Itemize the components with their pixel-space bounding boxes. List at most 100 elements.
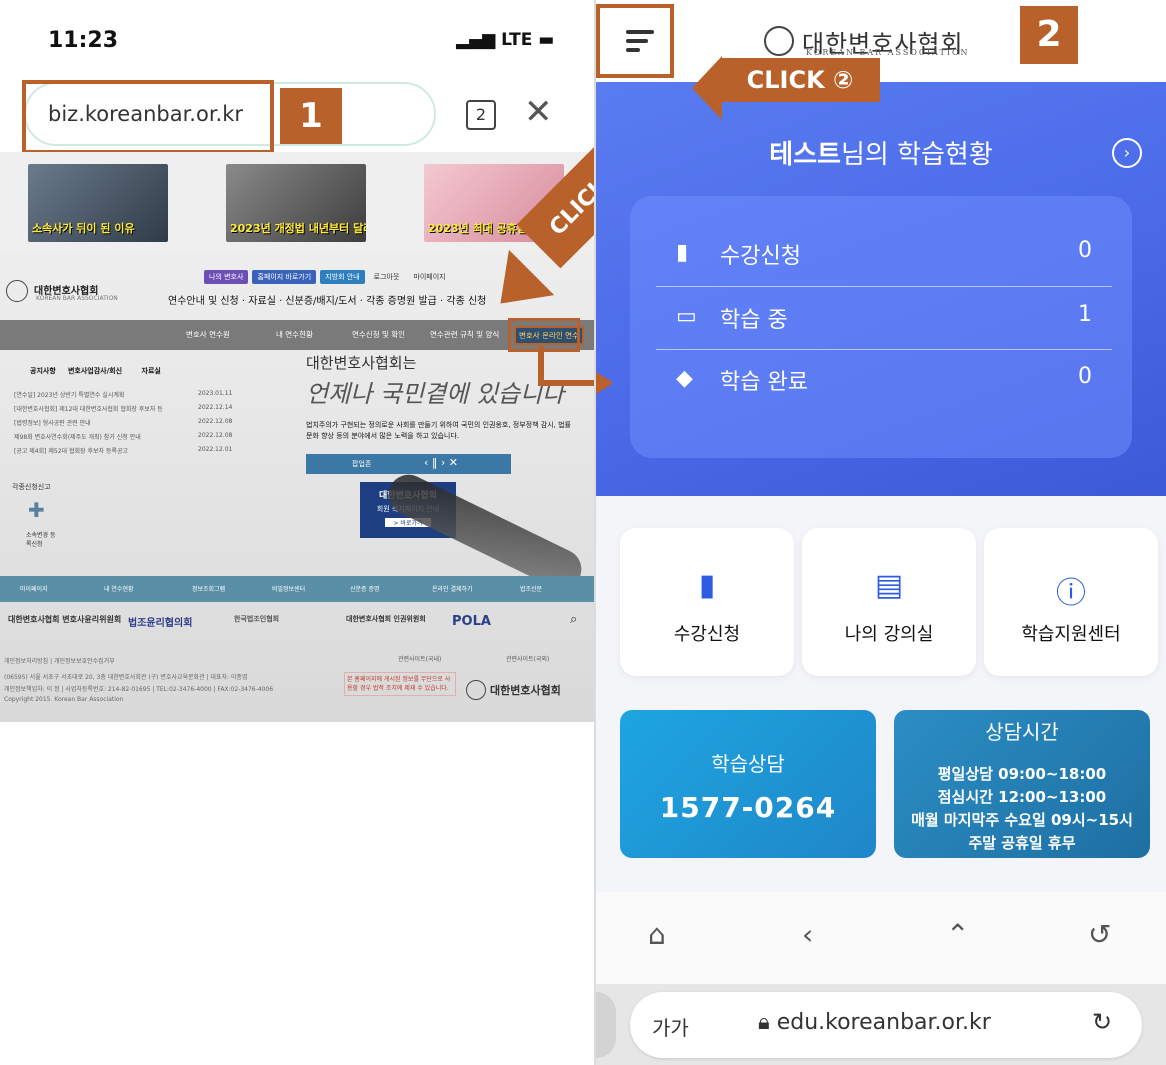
- lock-icon: 🔒︎: [758, 1010, 777, 1035]
- prev-tab-peek[interactable]: [596, 992, 616, 1058]
- hours-line: 평일상담 09:00~18:00: [937, 765, 1107, 783]
- status-count: 1: [1078, 302, 1092, 327]
- site-hero-line2: 언제나 국민곁에 있습니다: [306, 380, 565, 408]
- graduation-cap-icon: ◆: [676, 366, 693, 391]
- right-phone-screen: 대한변호사협회 KOREAN BAR ASSOCIATION 2 CLICK ②…: [596, 0, 1166, 1065]
- reload-icon[interactable]: ↻: [1092, 1008, 1112, 1036]
- forms-item[interactable]: 소속변경 등록신청: [26, 530, 56, 548]
- site-top-buttons: 나의 변호사 홈페이지 바로가기 지방회 안내 로그아웃 마이페이지: [204, 270, 455, 284]
- partner-logo[interactable]: 한국법조인협회: [234, 614, 279, 624]
- footer-select[interactable]: 관련사이트(국외): [506, 654, 549, 663]
- arrow-right-icon: [596, 372, 614, 394]
- partner-logo[interactable]: POLA: [452, 614, 491, 629]
- status-count: 0: [1078, 238, 1092, 263]
- site-sub-nav: 변호사 연수원 내 연수현황 연수신청 및 확인 연수관련 규칙 및 양식 변호…: [0, 320, 594, 350]
- sub-nav-item[interactable]: 변호사 연수원: [186, 329, 230, 340]
- puzzle-icon[interactable]: ✚: [28, 498, 45, 522]
- footer-logo: 대한변호사협회: [490, 684, 561, 697]
- status-network: ▂▄▆ LTE ▬: [456, 30, 554, 50]
- browser-url[interactable]: 🔒︎ edu.koreanbar.or.kr: [758, 1010, 991, 1035]
- sub-nav-item[interactable]: 내 연수현황: [276, 329, 313, 340]
- banner-thumb[interactable]: 2023년 개정법 내년부터 달라지는 것?: [226, 164, 366, 242]
- notice-row[interactable]: [대한변호사협회] 제12대 대한변호사협회 협회장 후보자 등: [14, 404, 163, 413]
- top-btn[interactable]: 로그아웃: [369, 270, 405, 284]
- connector-line: [538, 380, 594, 386]
- sub-nav-item[interactable]: 연수관련 규칙 및 양식: [430, 329, 499, 340]
- status-row-in-progress[interactable]: ▭ 학습 중 1: [656, 286, 1112, 348]
- text-size-button[interactable]: 가가: [652, 1012, 689, 1041]
- banner-thumb[interactable]: 소속사가 뒤이 된 이유: [28, 164, 168, 242]
- sub-nav-item[interactable]: 연수신청 및 확인: [352, 329, 405, 340]
- footer-links[interactable]: 개인정보처리방침 | 개인정보보호안수집거부: [4, 656, 115, 665]
- footer-select[interactable]: 관련사이트(국내): [398, 654, 441, 663]
- consult-phone[interactable]: 1577-0264: [620, 791, 876, 824]
- site-main-nav[interactable]: 연수안내 및 신청 · 자료실 · 신분증/배지/도서 · 각종 증명원 발급 …: [168, 292, 486, 307]
- popup-zone-label: 팝업존: [352, 460, 372, 468]
- dock-item[interactable]: 법조신문: [520, 584, 542, 593]
- notice-date: 2022.12.08: [198, 418, 233, 425]
- popup-nav-icons[interactable]: ‹ ‖ › ✕: [424, 456, 458, 469]
- footer-copyright: Copyright 2015. Korean Bar Association: [4, 696, 124, 703]
- network-label: LTE: [501, 30, 533, 50]
- partner-logo[interactable]: 대한변호사협회 인권위원회: [346, 614, 426, 624]
- banner-caption: 2023년 개정법 내년부터 달라지는 것?: [230, 222, 366, 235]
- footer-info: 개인정보책임자: 이 정 | 사업자등록번호: 214-82-01695 | T…: [4, 686, 274, 693]
- arrow-left-icon: [692, 56, 722, 120]
- tile-my-classroom[interactable]: ▤ 나의 강의실: [802, 528, 976, 676]
- top-btn[interactable]: 지방회 안내: [320, 270, 365, 284]
- chevron-right-circle-icon[interactable]: ›: [1112, 138, 1142, 168]
- left-phone-screen: 11:23 ▂▄▆ LTE ▬ biz.koreanbar.or.kr 1 2 …: [0, 0, 594, 1065]
- notice-tab[interactable]: 자료실: [142, 367, 161, 375]
- title-suffix: 님의 학습현황: [840, 140, 993, 170]
- tile-label: 수강신청: [673, 624, 741, 645]
- chevron-left-icon[interactable]: ‹: [802, 918, 813, 951]
- close-icon[interactable]: ✕: [524, 92, 553, 132]
- footer-seal-icon: [466, 680, 486, 700]
- top-btn[interactable]: 나의 변호사: [204, 270, 249, 284]
- browser-url-bar[interactable]: 가가 🔒︎ edu.koreanbar.or.kr ↻: [630, 992, 1142, 1058]
- partner-logo[interactable]: 법조윤리협의회: [128, 614, 192, 629]
- notice-date: 2022.12.14: [198, 404, 233, 411]
- notice-date: 2022.12.08: [198, 432, 233, 439]
- signal-icon: ▂▄▆: [456, 30, 502, 50]
- consult-card[interactable]: 학습상담 1577-0264: [620, 710, 876, 858]
- browser-url-text: edu.koreanbar.or.kr: [776, 1010, 991, 1035]
- status-count: 0: [1078, 364, 1092, 389]
- history-icon[interactable]: ↺: [1088, 918, 1111, 951]
- hours-line: 점심시간 12:00~13:00: [937, 788, 1107, 806]
- footer-address: (06595) 서울 서초구 서초대로 20, 3층 대한변호사회관 (구) 변…: [4, 674, 248, 681]
- notice-row[interactable]: [연수일] 2023년 상반기 특별연수 실시계획: [14, 390, 124, 399]
- website-preview: 소속사가 뒤이 된 이유 2023년 개정법 내년부터 달라지는 것? 2023…: [0, 152, 594, 722]
- dock-item[interactable]: 온라인 결제하기: [432, 584, 473, 593]
- hamburger-menu-icon[interactable]: [626, 30, 654, 57]
- notice-row[interactable]: [공고 제4회] 제52대 협회장 후보자 등록공고: [14, 446, 128, 455]
- bookmark-icon: ▮: [698, 568, 716, 603]
- notice-tab[interactable]: 공지사항: [30, 367, 56, 375]
- search-icon[interactable]: ⌕: [570, 612, 577, 627]
- site-seal-icon: [6, 280, 28, 302]
- tab-count-button[interactable]: 2: [466, 100, 496, 130]
- top-btn[interactable]: 홈페이지 바로가기: [252, 270, 317, 284]
- hours-line: 주말 공휴일 휴무: [968, 834, 1076, 852]
- dock-item[interactable]: 정보조회그램: [192, 584, 225, 593]
- dock-item[interactable]: 내 연수현황: [104, 584, 134, 593]
- notice-row[interactable]: [법령정보] 형사공판 관련 안내: [14, 418, 91, 427]
- notice-row[interactable]: 제98회 변호사연수회(제주도 개최) 참가 신청 안내: [14, 432, 141, 441]
- browser-nav-bar: ⌂ ‹ ⌃ ↺: [596, 892, 1166, 984]
- partner-logo[interactable]: 대한변호사협회 변호사윤리위원회: [8, 614, 121, 625]
- tile-enrollment[interactable]: ▮ 수강신청: [620, 528, 794, 676]
- notice-tab[interactable]: 변호사업감사/회신: [68, 367, 122, 375]
- dock-item[interactable]: 마이페이지: [20, 584, 48, 593]
- dock-item[interactable]: 신분증 증명: [350, 584, 380, 593]
- hours-card: 상담시간 평일상담 09:00~18:00 점심시간 12:00~13:00 매…: [894, 710, 1150, 858]
- click-annotation-2: CLICK ②: [720, 58, 880, 102]
- battery-icon: ▬: [532, 30, 555, 50]
- dock-item[interactable]: 비밀정보센터: [272, 584, 305, 593]
- chevron-up-icon[interactable]: ⌃: [946, 918, 969, 951]
- association-seal-icon: [764, 26, 794, 56]
- status-row-completed[interactable]: ◆ 학습 완료 0: [656, 348, 1112, 410]
- status-row-enrolled[interactable]: ▮ 수강신청 0: [656, 222, 1112, 284]
- tile-support-center[interactable]: ⓘ 학습지원센터: [984, 528, 1158, 676]
- top-btn[interactable]: 마이페이지: [408, 270, 450, 284]
- home-icon[interactable]: ⌂: [648, 918, 666, 951]
